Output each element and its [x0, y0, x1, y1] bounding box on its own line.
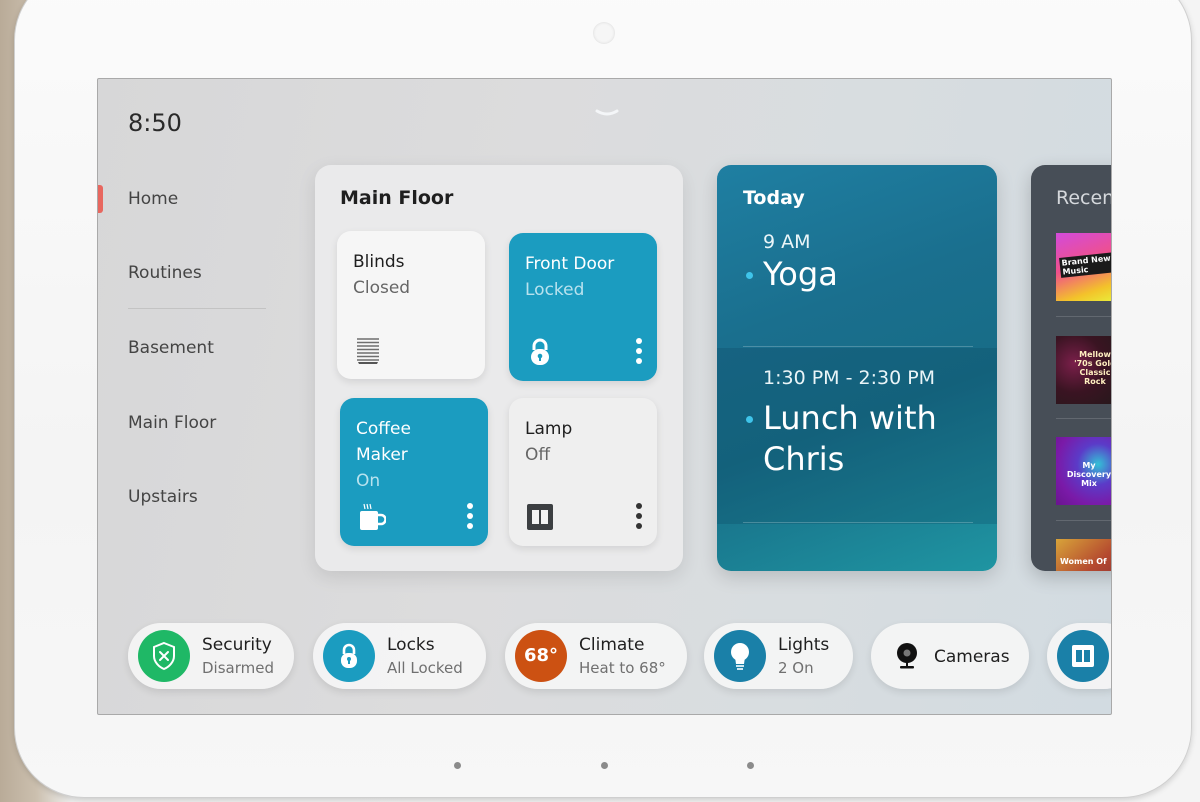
- quick-action-locks[interactable]: Locks All Locked: [313, 623, 486, 689]
- sidebar-divider: [128, 308, 266, 309]
- chip-status: All Locked: [387, 659, 463, 677]
- device-tile-coffee-maker[interactable]: Coffee Maker On: [340, 398, 488, 546]
- switch-icon: [527, 504, 553, 530]
- device-name-line-1: Coffee: [356, 419, 411, 439]
- event-time: 9 AM: [763, 231, 811, 253]
- sidebar-item-routines[interactable]: Routines: [128, 263, 202, 283]
- album-art[interactable]: Brand New Music: [1056, 233, 1111, 301]
- coffee-mug-icon: [360, 503, 386, 530]
- sidebar-item-basement[interactable]: Basement: [128, 338, 214, 358]
- clock: 8:50: [128, 109, 182, 137]
- event-title-line-1: Lunch with: [763, 399, 937, 437]
- device-name: Lamp: [525, 419, 573, 439]
- thermostat-temperature-badge: 68°: [515, 630, 567, 682]
- sidebar-item-main-floor[interactable]: Main Floor: [128, 413, 216, 433]
- album-art[interactable]: My Discovery Mix: [1056, 437, 1111, 505]
- device-name-line-2: Maker: [356, 445, 408, 465]
- event-title: Yoga: [763, 255, 838, 293]
- main-floor-card: Main Floor Blinds Closed Front Door Lock…: [315, 165, 683, 571]
- chip-label: Security: [202, 635, 272, 655]
- event-separator: [743, 522, 973, 523]
- sidebar-item-home[interactable]: Home: [128, 189, 178, 209]
- event-bullet-icon: [746, 416, 753, 423]
- card-title: Recen: [1056, 187, 1112, 209]
- page-dot[interactable]: [601, 762, 608, 769]
- device-tile-lamp[interactable]: Lamp Off: [509, 398, 657, 546]
- sidebar-item-upstairs[interactable]: Upstairs: [128, 487, 198, 507]
- quick-action-climate[interactable]: 68° Climate Heat to 68°: [505, 623, 687, 689]
- event-time: 1:30 PM - 2:30 PM: [763, 367, 936, 389]
- chip-label: Lights: [778, 635, 830, 655]
- lock-icon: [531, 338, 549, 365]
- album-separator: [1056, 316, 1111, 317]
- album-art[interactable]: Mellow '70s Gold Classic Rock: [1056, 336, 1111, 404]
- album-separator: [1056, 520, 1111, 521]
- chip-label: Climate: [579, 635, 645, 655]
- album-separator: [1056, 418, 1111, 419]
- device-state: Off: [525, 445, 551, 465]
- quick-action-lights[interactable]: Lights 2 On: [704, 623, 853, 689]
- device-state: Locked: [525, 280, 585, 300]
- chip-status: Heat to 68°: [579, 659, 666, 677]
- quick-action-switch[interactable]: [1047, 623, 1111, 689]
- device-name: Front Door: [525, 254, 615, 274]
- chevron-down-icon[interactable]: [595, 109, 619, 117]
- today-calendar-card[interactable]: Today 9 AM Yoga 1:30 PM - 2:30 PM Lunch …: [717, 165, 997, 571]
- temperature-value: 68°: [523, 645, 559, 666]
- switch-icon: [1057, 630, 1109, 682]
- quick-action-cameras[interactable]: Cameras: [871, 623, 1029, 689]
- camera-lens-icon: [593, 22, 615, 44]
- card-title[interactable]: Main Floor: [340, 187, 453, 209]
- event-separator: [743, 346, 973, 347]
- lock-icon: [323, 630, 375, 682]
- more-options-icon[interactable]: [635, 502, 643, 530]
- event-bullet-icon: [746, 272, 753, 279]
- screen: 8:50 Home Routines Basement Main Floor U…: [97, 78, 1112, 715]
- event-title-line-2: Chris: [763, 440, 845, 478]
- device-state: Closed: [353, 278, 411, 298]
- album-art[interactable]: Women Of: [1056, 539, 1111, 571]
- recent-music-card[interactable]: Recen Brand New Music Mellow '70s Gold C…: [1031, 165, 1112, 571]
- more-options-icon[interactable]: [466, 502, 474, 530]
- more-options-icon[interactable]: [635, 337, 643, 365]
- quick-action-security[interactable]: Security Disarmed: [128, 623, 294, 689]
- shield-x-icon: [138, 630, 190, 682]
- chip-label: Locks: [387, 635, 435, 655]
- chip-label: Cameras: [934, 647, 1010, 667]
- device-state: On: [356, 471, 381, 491]
- device-tile-front-door[interactable]: Front Door Locked: [509, 233, 657, 381]
- camera-icon: [881, 630, 933, 682]
- device-tile-blinds[interactable]: Blinds Closed: [337, 231, 485, 379]
- device-name: Blinds: [353, 252, 405, 272]
- page-indicator: [0, 762, 1200, 772]
- page-dot[interactable]: [747, 762, 754, 769]
- card-title: Today: [743, 187, 805, 209]
- chip-status: Disarmed: [202, 659, 274, 677]
- blinds-icon: [356, 337, 380, 364]
- page-dot[interactable]: [454, 762, 461, 769]
- chip-status: 2 On: [778, 659, 814, 677]
- lightbulb-icon: [714, 630, 766, 682]
- active-nav-indicator: [98, 185, 103, 213]
